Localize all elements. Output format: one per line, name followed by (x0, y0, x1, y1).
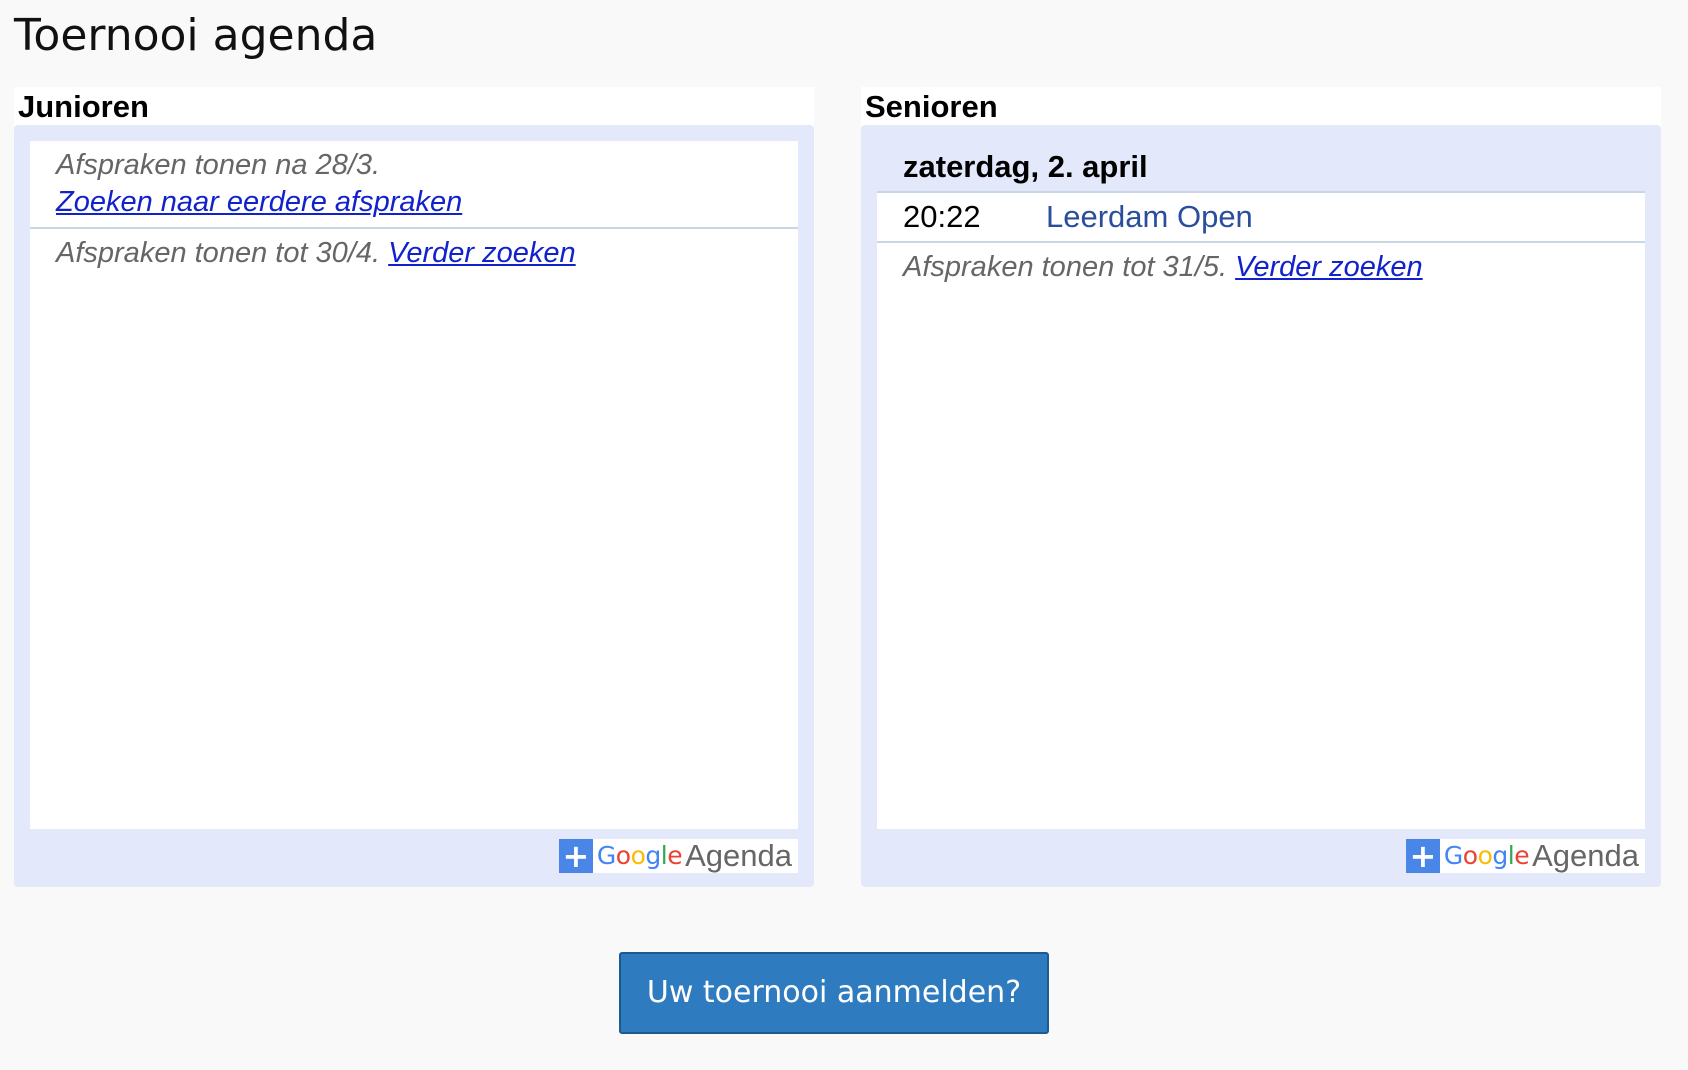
juniors-google-agenda-button[interactable]: + Google Agenda (558, 838, 798, 873)
juniors-heading: Junioren (14, 87, 814, 127)
juniors-earlier-link[interactable]: Zoeken naar eerdere afspraken (56, 186, 462, 218)
google-logo-letter: g (645, 841, 661, 870)
google-logo: Google (1443, 839, 1530, 873)
page-title: Toernooi agenda (14, 10, 378, 61)
juniors-calendar: Afspraken tonen na 28/3. Zoeken naar eer… (14, 125, 814, 887)
seniors-calendar: zaterdag, 2. april 20:22 Leerdam Open Af… (861, 125, 1661, 887)
google-logo-letter: G (596, 841, 616, 870)
seniors-heading: Senioren (861, 87, 1661, 127)
google-logo-letter: g (1492, 841, 1508, 870)
event-time: 20:22 (903, 199, 981, 234)
seniors-later-link[interactable]: Verder zoeken (1235, 251, 1423, 283)
juniors-later-notice: Afspraken tonen tot 30/4. Verder zoeken (30, 229, 798, 278)
google-logo-letter: e (667, 841, 683, 870)
google-agenda-label: Agenda (685, 838, 792, 873)
juniors-later-notice-text: Afspraken tonen tot 30/4. (56, 237, 381, 269)
juniors-later-link[interactable]: Verder zoeken (388, 237, 576, 269)
google-logo-letter: o (630, 841, 646, 870)
google-logo-letter: o (1477, 841, 1493, 870)
page: Toernooi agenda Junioren Afspraken tonen… (0, 0, 1688, 1070)
seniors-later-notice-text: Afspraken tonen tot 31/5. (903, 251, 1228, 283)
google-logo: Google (596, 839, 683, 873)
juniors-earlier-notice-text: Afspraken tonen na 28/3. (56, 149, 381, 181)
event-title[interactable]: Leerdam Open (1046, 193, 1253, 241)
plus-icon: + (558, 839, 593, 873)
seniors-google-agenda-button[interactable]: + Google Agenda (1405, 838, 1645, 873)
google-logo-letter: o (1462, 841, 1478, 870)
juniors-agenda-body: Afspraken tonen na 28/3. Zoeken naar eer… (30, 141, 798, 829)
google-logo-letter: o (615, 841, 631, 870)
juniors-earlier-notice: Afspraken tonen na 28/3. Zoeken naar eer… (30, 141, 798, 229)
seniors-later-notice: Afspraken tonen tot 31/5. Verder zoeken (877, 243, 1645, 292)
event-row[interactable]: 20:22 Leerdam Open (877, 193, 1645, 243)
plus-icon: + (1405, 839, 1440, 873)
google-logo-letter: G (1443, 841, 1463, 870)
google-agenda-label: Agenda (1532, 838, 1639, 873)
seniors-agenda-body: zaterdag, 2. april 20:22 Leerdam Open Af… (877, 141, 1645, 829)
google-logo-letter: e (1514, 841, 1530, 870)
day-header: zaterdag, 2. april (877, 141, 1645, 193)
register-tournament-button[interactable]: Uw toernooi aanmelden? (619, 952, 1049, 1034)
